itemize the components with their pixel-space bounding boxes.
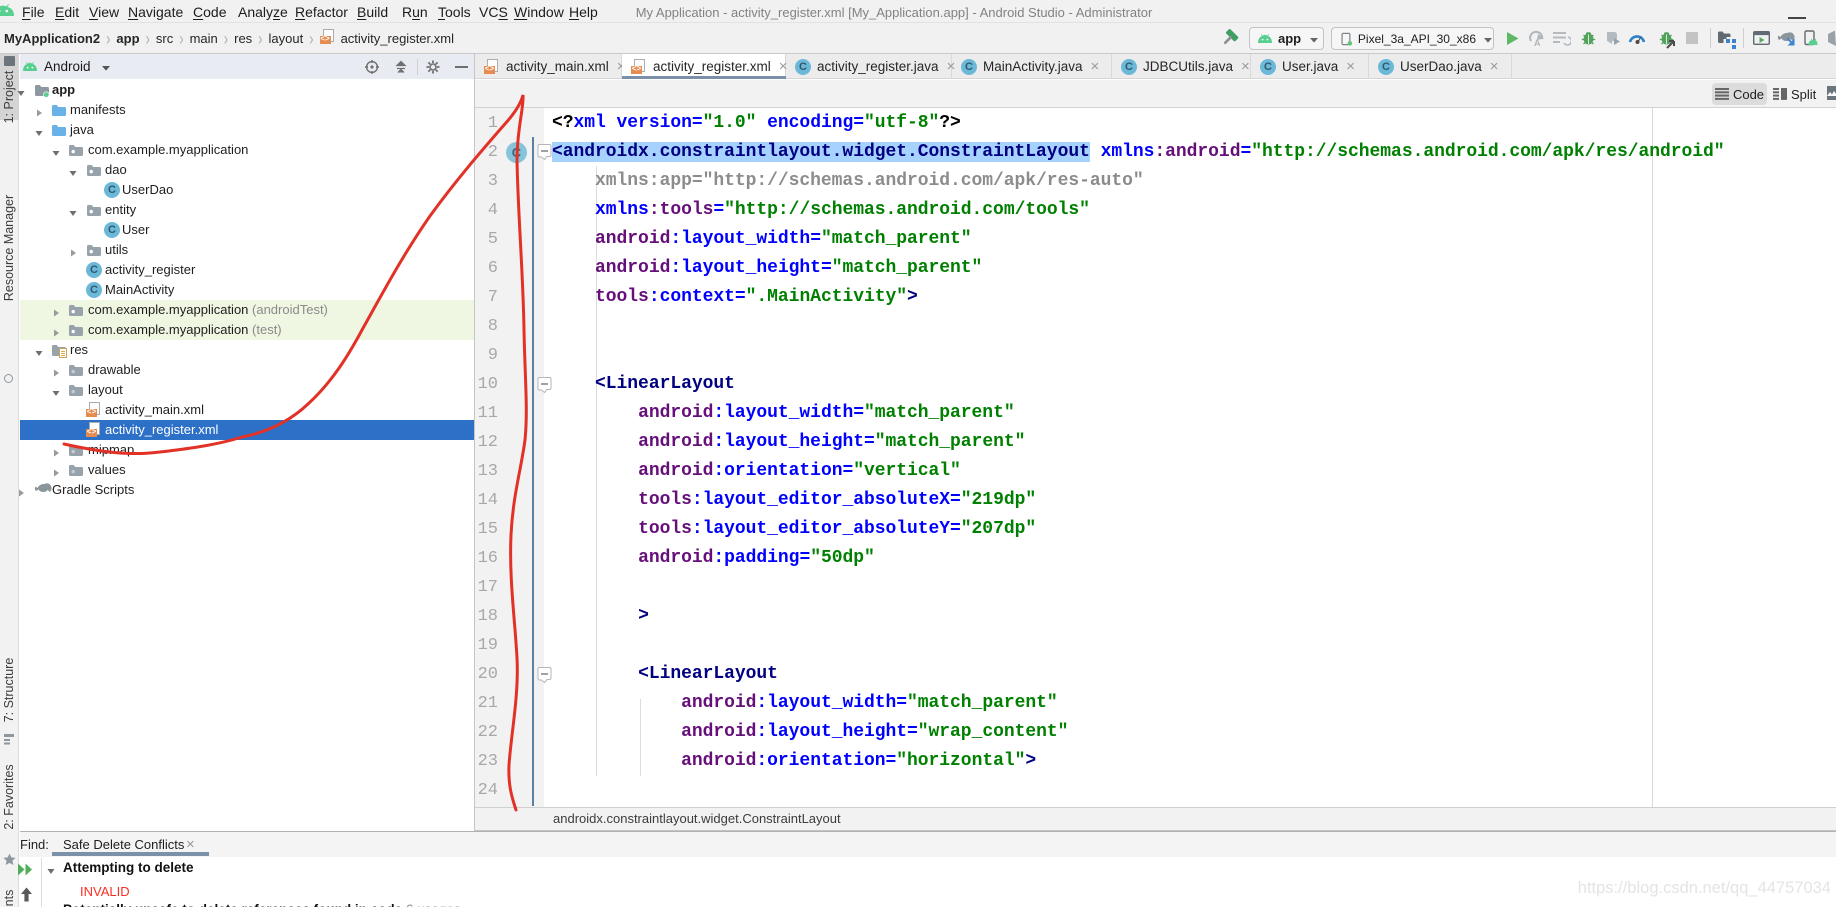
svg-text:A: A — [1534, 38, 1541, 47]
